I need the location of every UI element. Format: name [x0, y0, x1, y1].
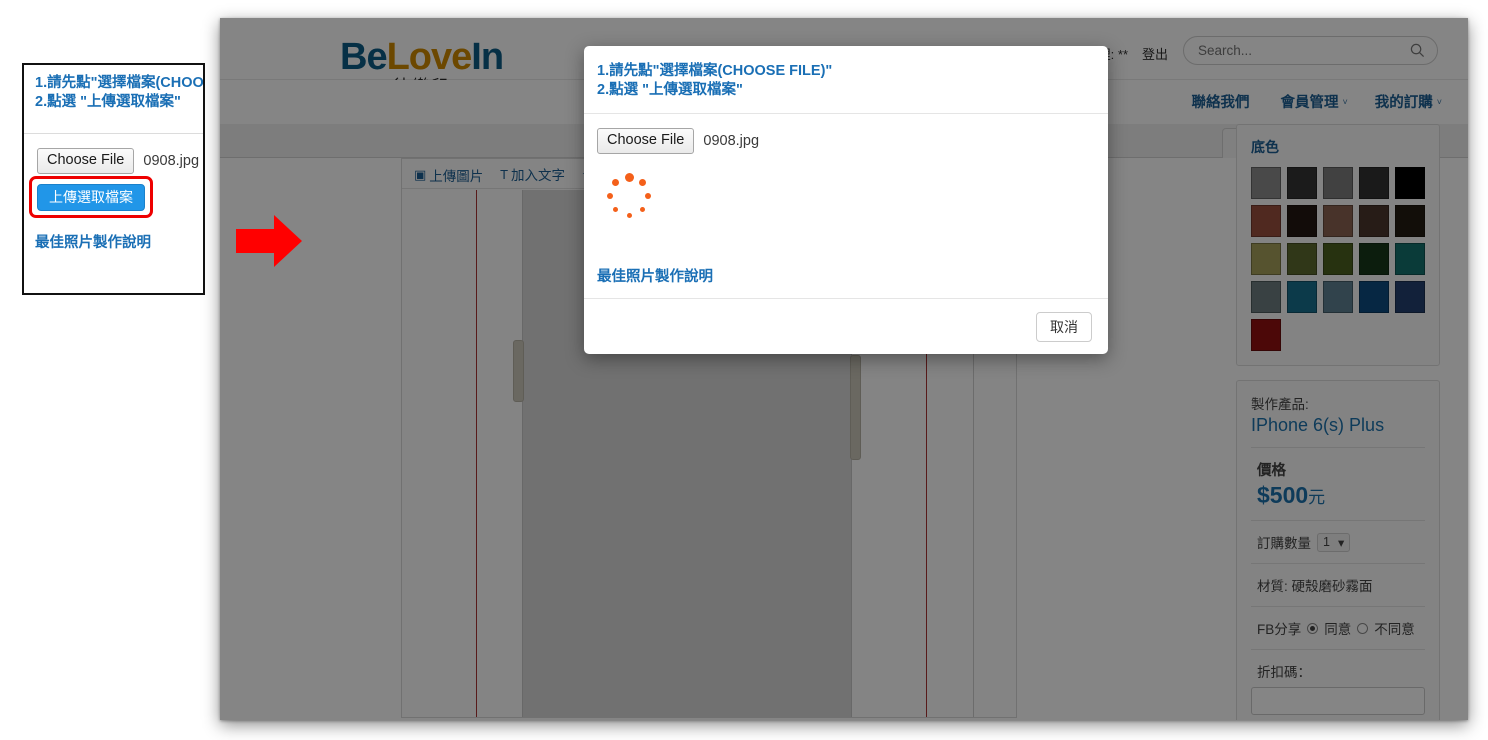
red-right-arrow-icon — [236, 213, 304, 274]
callout-file-row: Choose File 0908.jpg — [37, 148, 203, 174]
upload-image-modal: 1.請先點"選擇檔案(CHOOSE FILE)" 2.點選 "上傳選取檔案" C… — [584, 46, 1108, 354]
cancel-button[interactable]: 取消 — [1036, 311, 1092, 342]
loading-spinner-icon — [605, 172, 657, 224]
spinner-dot-7 — [612, 179, 620, 187]
upload-selected-file-button[interactable]: 上傳選取檔案 — [37, 184, 145, 211]
callout-header: 1.請先點"選擇檔案(CHOOSE FILE)" 2.點選 "上傳選取檔案" — [24, 65, 203, 134]
modal-footer: 取消 — [584, 298, 1108, 354]
callout-instruction-line-1: 1.請先點"選擇檔案(CHOOSE FILE)" — [35, 75, 205, 91]
spinner-dot-1 — [638, 179, 646, 187]
spinner-dot-2 — [645, 193, 651, 199]
modal-instruction-line-1: 1.請先點"選擇檔案(CHOOSE FILE)" — [597, 63, 833, 79]
spinner-dot-0 — [624, 172, 634, 182]
callout-photo-guide-link[interactable]: 最佳照片製作說明 — [35, 231, 151, 252]
callout-instruction-line-2: 2.點選 "上傳選取檔案" — [35, 94, 181, 110]
modal-body: Choose File 0908.jpg 最佳照片製作說明 — [584, 114, 1108, 298]
modal-file-row: Choose File 0908.jpg — [597, 128, 1095, 154]
modal-file-name: 0908.jpg — [703, 133, 760, 149]
modal-header: 1.請先點"選擇檔案(CHOOSE FILE)" 2.點選 "上傳選取檔案" — [584, 46, 1108, 114]
callout-file-name: 0908.jpg — [143, 153, 200, 169]
callout-choose-file-button[interactable]: Choose File — [37, 148, 135, 174]
modal-choose-file-button[interactable]: Choose File — [597, 128, 695, 154]
modal-instruction-line-2: 2.點選 "上傳選取檔案" — [597, 82, 743, 98]
spinner-dot-5 — [613, 206, 619, 212]
spinner-dot-4 — [626, 212, 632, 218]
modal-photo-guide-link[interactable]: 最佳照片製作說明 — [597, 265, 713, 286]
screenshot-root: BeLoveIn 彼樂印 理: ** 登出 聯絡我們 會員管理˅ 我的訂購˅ — [0, 0, 1488, 740]
spinner-dot-6 — [607, 193, 613, 199]
callout-body: Choose File 0908.jpg 上傳選取檔案 最佳照片製作說明 — [24, 134, 203, 251]
left-instruction-callout: 1.請先點"選擇檔案(CHOOSE FILE)" 2.點選 "上傳選取檔案" C… — [22, 63, 205, 295]
spinner-dot-3 — [639, 206, 645, 212]
